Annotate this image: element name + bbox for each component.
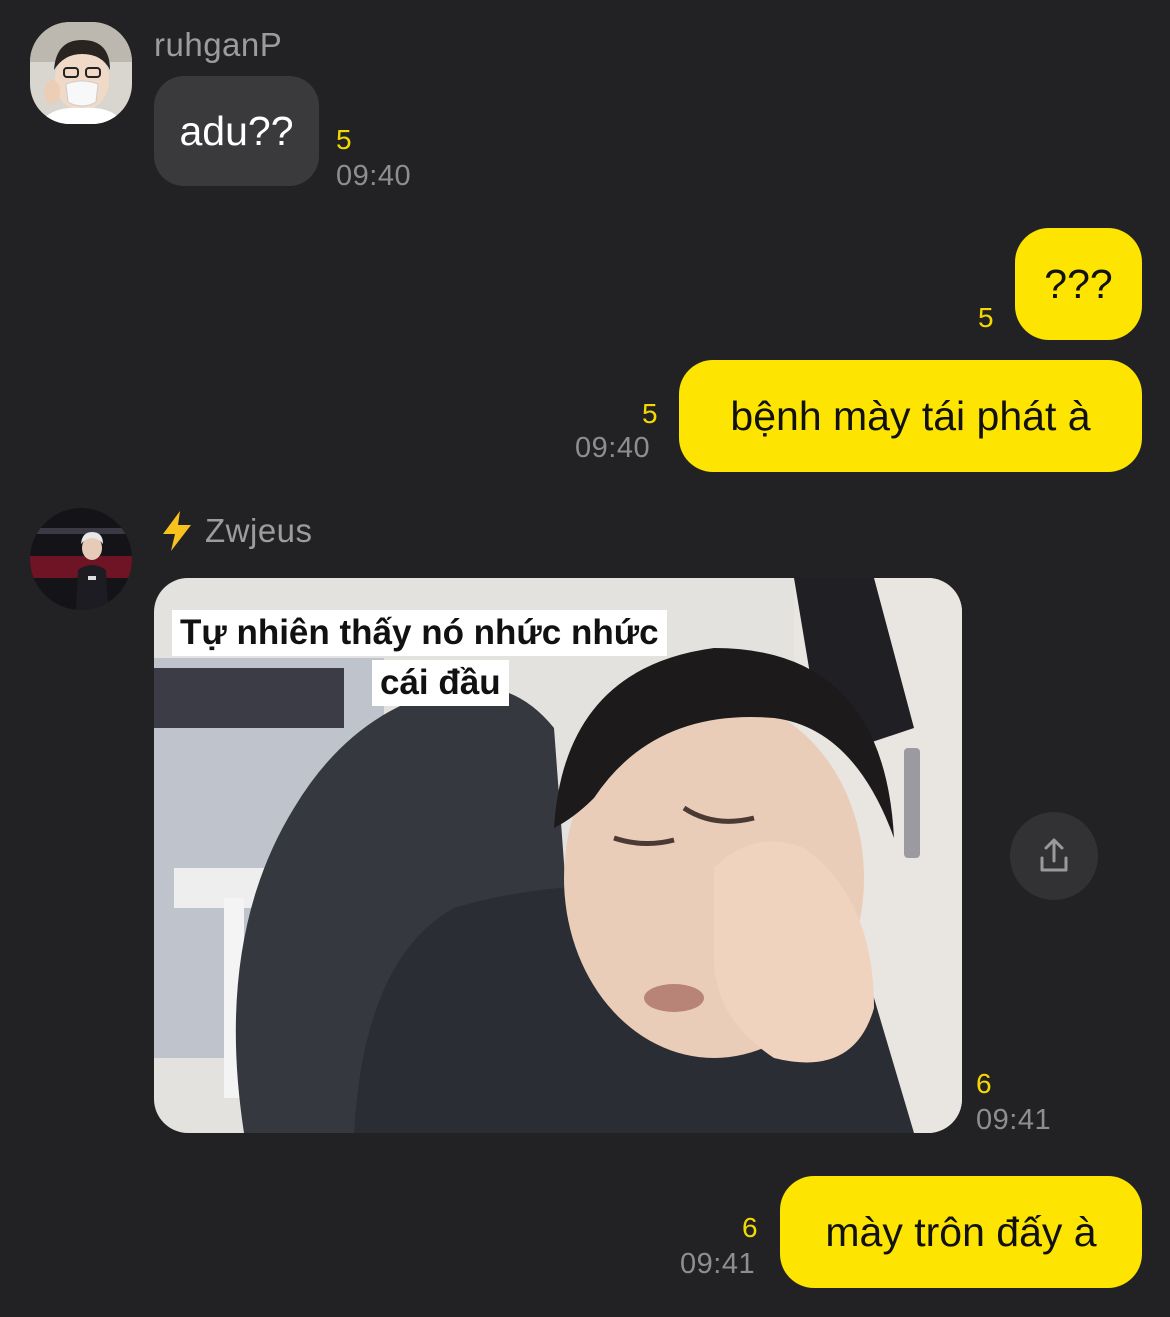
timestamp: 09:40 [336, 160, 412, 192]
meme-caption-line2: cái đầu [372, 660, 509, 706]
image-message[interactable]: Tự nhiên thấy nó nhức nhức cái đầu [154, 578, 962, 1133]
timestamp: 09:41 [680, 1248, 756, 1280]
sender-name: ruhganP [154, 26, 283, 63]
message-text: mày trôn đấy à [825, 1208, 1097, 1255]
unread-count: 5 [336, 124, 352, 155]
unread-count: 6 [742, 1212, 758, 1243]
avatar-image [30, 22, 132, 124]
message-bubble[interactable]: mày trôn đấy à [780, 1176, 1142, 1288]
avatar-ruhganp[interactable] [30, 22, 132, 124]
share-button[interactable] [1010, 812, 1098, 900]
message-bubble[interactable]: ??? [1015, 228, 1142, 340]
sender-name: Zwjeus [205, 512, 313, 549]
message-text: ??? [1044, 260, 1113, 307]
message-text: bệnh mày tái phát à [730, 392, 1091, 439]
message-bubble[interactable]: bệnh mày tái phát à [679, 360, 1142, 472]
timestamp: 09:41 [976, 1104, 1052, 1136]
lightning-icon [160, 510, 194, 552]
avatar-zwjeus[interactable] [30, 508, 132, 610]
message-bubble[interactable]: adu?? [154, 76, 319, 186]
meme-caption-line1: Tự nhiên thấy nó nhức nhức [172, 610, 667, 656]
share-icon [1040, 838, 1068, 872]
message-text: adu?? [179, 107, 294, 154]
unread-count: 6 [976, 1068, 992, 1099]
avatar-image [30, 508, 132, 610]
unread-count: 5 [642, 398, 658, 429]
meme-photo [154, 578, 962, 1133]
timestamp: 09:40 [575, 432, 651, 464]
unread-count: 5 [978, 302, 994, 333]
